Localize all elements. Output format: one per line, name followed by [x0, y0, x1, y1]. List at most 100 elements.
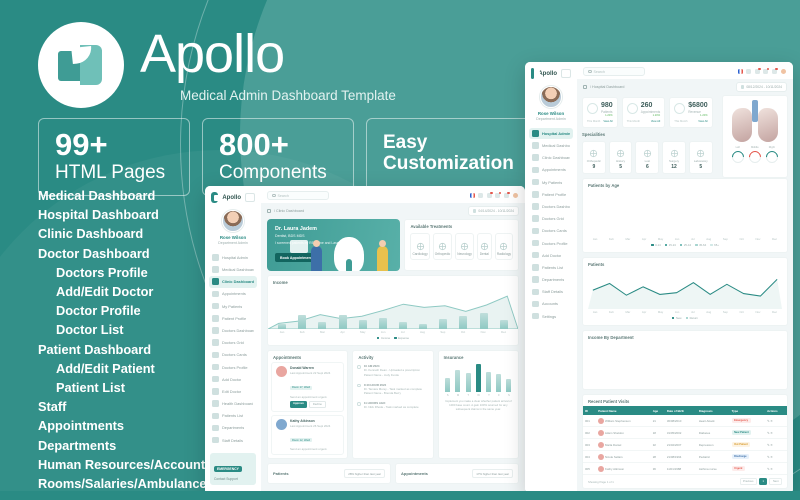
nav-item-accounts[interactable]: Accounts [529, 298, 573, 310]
messages-icon[interactable] [495, 192, 501, 198]
sidebar-toggle-icon[interactable] [561, 69, 571, 78]
stat-view-all[interactable]: View All [698, 120, 707, 123]
nav-item-add-doctor[interactable]: Add Doctor [209, 373, 257, 385]
pagination-previous[interactable]: Previous [739, 478, 757, 485]
nav-item-departments[interactable]: Departments [209, 422, 257, 434]
nav-item-patient-profile[interactable]: Patient Profile [529, 188, 573, 200]
language-flag-icon[interactable] [737, 69, 743, 74]
stat-view-all[interactable]: View All [603, 120, 612, 123]
nav-item-doctors-dashboard[interactable]: Doctors Dashboard [529, 201, 573, 213]
axis-tick: May [657, 310, 664, 314]
recent-visits-title: Recent Patient Visits [588, 399, 630, 404]
nav-item-staff-details[interactable]: Staff Details [209, 434, 257, 446]
clinic-user-profile[interactable]: Rose Wilson Department Admin [205, 207, 261, 250]
nav-item-edit-doctor[interactable]: Edit Doctor [209, 386, 257, 398]
pagination-1[interactable]: 1 [758, 478, 768, 485]
stat-view-all[interactable]: View All [651, 120, 660, 123]
cell-actions[interactable]: ✎ ✕ [765, 426, 787, 439]
legend-item: 25-44 [679, 243, 691, 247]
messages-icon[interactable] [763, 68, 769, 74]
nav-item-doctors-cards[interactable]: Doctors Cards [529, 225, 573, 237]
table-row[interactable]: 001 William Stephenson 21 30/08/2010 Heart … [583, 415, 787, 427]
nav-item-staff-details[interactable]: Staff Details [529, 286, 573, 298]
nav-item-hospital-admin[interactable]: Hospital Admin [529, 127, 573, 140]
clinic-support-card[interactable]: EMERGENCY Contact Support [210, 452, 256, 485]
income-by-department-title: Income By Department [588, 335, 634, 340]
grid-apps-icon[interactable] [746, 69, 751, 74]
nav-item-doctors-dashboard[interactable]: Doctors Dashboard [209, 325, 257, 337]
tasks-icon[interactable] [503, 192, 510, 198]
nav-item-add-doctor[interactable]: Add Doctor [529, 249, 573, 261]
nav-item-clinic-dashboard[interactable]: Clinic Dashboard [529, 152, 573, 164]
feature-boxes: 99+ HTML Pages 800+ Components Easy Cust… [38, 118, 531, 197]
nav-item-label: Departments [542, 277, 565, 283]
table-row[interactable]: 004 Nicole Sellars 28 21/08/1994 Pediatric D… [583, 450, 787, 463]
speciality-surgery[interactable]: Surgery 12 [662, 141, 686, 174]
treatment-label: Neurology [457, 252, 472, 256]
pagination-next[interactable]: Next [769, 478, 782, 485]
appointment-name: Donald Warren [290, 366, 314, 370]
page-list-item: Doctors Profile [56, 264, 148, 280]
treatment-cardiology[interactable]: Cardiology [410, 233, 430, 260]
axis-tick: Oct [460, 330, 466, 334]
nav-item-clinic-dashboard[interactable]: Clinic Dashboard [209, 275, 257, 288]
date-range-picker[interactable]: 08/12/2024 - 10/11/2024 [735, 82, 787, 92]
nav-item-appointments[interactable]: Appointments [529, 164, 573, 176]
nav-item-hospital-admin[interactable]: Hospital Admin [209, 252, 257, 264]
axis-tick: F [498, 393, 500, 397]
treatment-radiology[interactable]: Radiology [494, 233, 513, 260]
hospital-user-profile[interactable]: Rose Wilson Department Admin [525, 83, 577, 126]
grid-apps-icon[interactable] [478, 193, 483, 198]
appointment-item[interactable]: Kathy Atkinson Last Appointment 26 Sept 2… [271, 414, 345, 455]
nav-item-patients-list[interactable]: Patients List [209, 410, 257, 422]
brand-block: Apollo Medical Admin Dashboard Template [38, 22, 396, 108]
nav-item-doctors-grid[interactable]: Doctors Grid [529, 213, 573, 225]
nav-item-health-dashboard[interactable]: Health Dashboard [209, 398, 257, 410]
treatment-dental[interactable]: Dental [476, 233, 492, 260]
nav-item-doctors-profile[interactable]: Doctors Profile [209, 361, 257, 373]
search-input[interactable]: Search [583, 67, 645, 76]
language-flag-icon[interactable] [469, 193, 475, 198]
nav-item-settings[interactable]: Settings [529, 310, 573, 322]
nav-item-my-patients[interactable]: My Patients [529, 176, 573, 188]
speciality-laboratory[interactable]: Laboratory 5 [688, 141, 713, 174]
speciality-lost[interactable]: Lost 6 [635, 141, 660, 174]
cell-actions[interactable]: ✎ ✕ [765, 415, 787, 427]
date-range-picker[interactable]: 04/14/2024 - 10/11/2024 [467, 206, 519, 216]
topbar-avatar[interactable] [512, 192, 519, 199]
home-icon[interactable] [583, 85, 587, 89]
topbar-avatar[interactable] [780, 68, 787, 75]
tasks-icon[interactable] [771, 68, 778, 74]
appointment-item[interactable]: Donald Warren Last Appointment 22 Sept 20… [271, 362, 345, 412]
search-placeholder: Search [593, 69, 605, 74]
stat-card-revenue: $6800 Revenue 1.20% This Month View All [669, 97, 713, 128]
nav-item-doctors-cards[interactable]: Doctors Cards [209, 349, 257, 361]
notifications-icon[interactable] [754, 68, 761, 74]
nav-item-icon [532, 276, 539, 283]
speciality-history[interactable]: History 5 [608, 141, 633, 174]
cell-actions[interactable]: ✎ ✕ [765, 462, 787, 475]
sidebar-toggle-icon[interactable] [245, 193, 255, 202]
cell-actions[interactable]: ✎ ✕ [765, 450, 787, 463]
home-icon[interactable] [267, 209, 271, 213]
nav-item-my-patients[interactable]: My Patients [209, 300, 257, 312]
speciality-orthopedic[interactable]: Orthopedic 9 [582, 141, 606, 174]
nav-item-medical-dashboard[interactable]: Medical Dashboard [529, 140, 573, 152]
approve-button[interactable]: Approve [290, 400, 307, 408]
nav-item-patients-list[interactable]: Patients List [529, 262, 573, 274]
treatment-orthopedic[interactable]: Orthopedic [432, 233, 453, 260]
nav-item-patient-profile[interactable]: Patient Profile [209, 312, 257, 324]
nav-item-medical-dashboard[interactable]: Medical Dashboard [209, 264, 257, 276]
table-row[interactable]: 003 Marla Daniel 32 21/02/2007 Depression Ou… [583, 438, 787, 451]
table-row[interactable]: 002 Adam Sheldon 18 31/05/2002 Diabetes New … [583, 426, 787, 439]
cell-actions[interactable]: ✎ ✕ [765, 438, 787, 451]
nav-item-departments[interactable]: Departments [529, 274, 573, 286]
treatment-neurology[interactable]: Neurology [455, 233, 474, 260]
table-row[interactable]: 005 Kathy Atkinson 36 11/01/1988 Asthma nur… [583, 462, 787, 475]
nav-item-doctors-profile[interactable]: Doctors Profile [529, 237, 573, 249]
search-input[interactable]: Search [267, 191, 329, 200]
notifications-icon[interactable] [486, 192, 493, 198]
decline-button[interactable]: Decline [308, 400, 326, 408]
nav-item-doctors-grid[interactable]: Doctors Grid [209, 337, 257, 349]
nav-item-appointments[interactable]: Appointments [209, 288, 257, 300]
